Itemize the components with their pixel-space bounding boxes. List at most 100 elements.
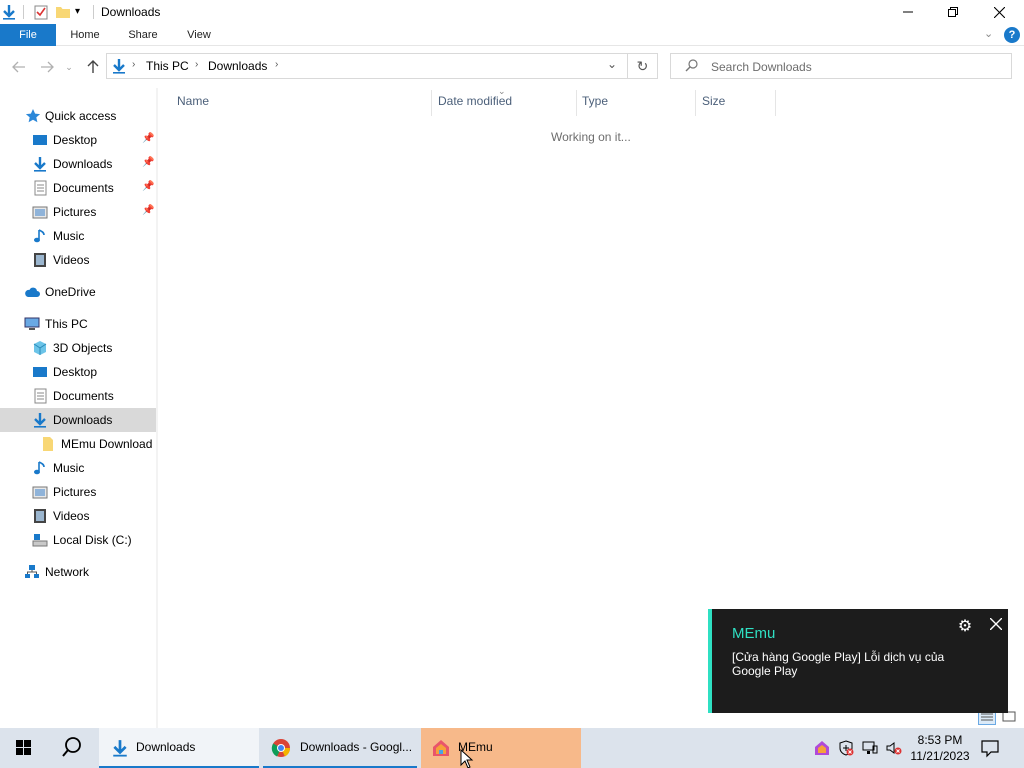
nav-pc-local-disk[interactable]: Local Disk (C:)	[0, 528, 156, 552]
taskbar-app-explorer[interactable]: Downloads	[99, 728, 259, 768]
breadcrumb-this-pc[interactable]: This PC	[146, 59, 189, 73]
refresh-button[interactable]: ↻	[628, 53, 658, 79]
help-icon[interactable]: ?	[1004, 27, 1020, 43]
security-shield-icon[interactable]	[838, 740, 854, 756]
restore-button[interactable]	[930, 0, 976, 24]
toast-message: [Cửa hàng Google Play] Lỗi dịch vụ của G…	[732, 650, 945, 678]
pin-icon: 📌	[142, 205, 155, 216]
recent-locations-button[interactable]: ⌄	[60, 58, 78, 76]
nav-pc-pictures[interactable]: Pictures	[0, 480, 156, 504]
new-folder-icon[interactable]	[55, 4, 71, 20]
nav-pc-documents[interactable]: Documents	[0, 384, 156, 408]
computer-icon	[24, 316, 40, 332]
search-placeholder: Search Downloads	[711, 60, 812, 74]
search-taskbar-button[interactable]	[48, 728, 96, 768]
tab-file[interactable]: File	[0, 24, 56, 46]
tab-share[interactable]: Share	[120, 24, 166, 46]
chevron-right-icon[interactable]: ›	[275, 59, 278, 70]
gear-icon[interactable]: ⚙	[956, 616, 974, 635]
search-box[interactable]: Search Downloads	[670, 53, 1012, 79]
column-header-size[interactable]: Size	[702, 94, 725, 114]
memu-tray-icon[interactable]	[814, 740, 830, 756]
clock[interactable]: 8:53 PM 11/21/2023	[910, 732, 970, 764]
desktop-icon	[32, 132, 48, 148]
nav-network[interactable]: Network	[0, 560, 156, 584]
window-title: Downloads	[101, 5, 161, 19]
nav-pane-scrollbar[interactable]	[156, 88, 158, 728]
nav-qa-music[interactable]: Music	[0, 224, 156, 248]
chevron-right-icon[interactable]: ›	[195, 59, 198, 70]
notification-center-icon[interactable]	[980, 738, 1002, 758]
3d-objects-icon	[32, 340, 48, 356]
nav-qa-downloads[interactable]: Downloads 📌	[0, 152, 156, 176]
music-icon	[32, 460, 48, 476]
customize-toolbar-icon[interactable]: ▾	[75, 6, 91, 22]
nav-label: Desktop	[53, 133, 98, 147]
nav-pc-downloads[interactable]: Downloads	[0, 408, 156, 432]
downloads-arrow-icon	[111, 58, 127, 77]
chrome-icon	[271, 738, 291, 761]
breadcrumb-downloads[interactable]: Downloads	[208, 59, 267, 73]
documents-icon	[32, 180, 48, 196]
downloads-arrow-icon	[32, 156, 48, 172]
memu-notification-toast[interactable]: MEmu ⚙ [Cửa hàng Google Play] Lỗi dịch v…	[708, 609, 1008, 713]
nav-pc-videos[interactable]: Videos	[0, 504, 156, 528]
nav-pc-music[interactable]: Music	[0, 456, 156, 480]
documents-icon	[32, 388, 48, 404]
nav-label: Pictures	[53, 205, 97, 219]
properties-icon[interactable]	[33, 4, 49, 20]
nav-label: Downloads	[53, 157, 113, 171]
tab-view[interactable]: View	[176, 24, 222, 46]
up-button[interactable]	[84, 58, 102, 76]
taskbar-app-label: Downloads	[136, 740, 196, 754]
speaker-muted-icon[interactable]	[886, 740, 902, 756]
nav-qa-videos[interactable]: Videos	[0, 248, 156, 272]
tab-home[interactable]: Home	[62, 24, 108, 46]
nav-qa-documents[interactable]: Documents 📌	[0, 176, 156, 200]
taskbar: Downloads Downloads - Googl... MEmu 8:53…	[0, 728, 1024, 768]
nav-qa-desktop[interactable]: Desktop 📌	[0, 128, 156, 152]
hard-drive-icon	[32, 532, 48, 548]
nav-label: Desktop	[53, 365, 98, 379]
downloads-arrow-icon	[111, 739, 129, 760]
ribbon-tabs: File Home Share View ⌄ ?	[0, 24, 1024, 46]
column-header-name[interactable]: Name	[177, 94, 209, 114]
nav-pc-desktop[interactable]: Desktop	[0, 360, 156, 384]
cloud-icon	[24, 284, 40, 300]
column-header-date-modified[interactable]: Date modified	[438, 94, 512, 114]
minimize-button[interactable]	[885, 0, 931, 24]
nav-pc-3d-objects[interactable]: 3D Objects	[0, 336, 156, 360]
network-tray-icon[interactable]	[862, 740, 878, 756]
back-button[interactable]	[10, 58, 28, 76]
desktop-icon	[32, 364, 48, 380]
forward-button[interactable]	[38, 58, 56, 76]
nav-label: Music	[53, 461, 85, 475]
start-button[interactable]	[0, 728, 48, 768]
address-history-dropdown[interactable]: ⌄	[607, 57, 617, 71]
column-header-type[interactable]: Type	[582, 94, 608, 114]
chevron-right-icon[interactable]: ›	[132, 59, 135, 70]
address-bar[interactable]: › This PC › Downloads › ⌄	[106, 53, 628, 79]
memu-icon	[431, 738, 451, 761]
nav-label: Videos	[53, 253, 90, 267]
clock-time: 8:53 PM	[917, 733, 963, 747]
nav-this-pc[interactable]: This PC	[0, 312, 156, 336]
close-icon[interactable]	[986, 614, 1006, 634]
taskbar-app-chrome[interactable]: Downloads - Googl...	[263, 728, 417, 768]
toast-title: MEmu	[732, 625, 776, 642]
search-icon	[685, 59, 698, 75]
nav-label: Network	[45, 565, 90, 579]
taskbar-app-label: Downloads - Googl...	[300, 740, 413, 754]
videos-icon	[32, 252, 48, 268]
nav-label: Documents	[53, 389, 114, 403]
nav-onedrive[interactable]: OneDrive	[0, 280, 156, 304]
nav-quick-access[interactable]: Quick access	[0, 104, 156, 128]
nav-qa-pictures[interactable]: Pictures 📌	[0, 200, 156, 224]
nav-pc-memu-download[interactable]: MEmu Download	[0, 432, 156, 456]
expand-ribbon-icon[interactable]: ⌄	[984, 27, 993, 40]
taskbar-app-memu[interactable]: MEmu	[421, 728, 581, 768]
address-row: ⌄ › This PC › Downloads › ⌄ ↻ Search Dow…	[0, 46, 1024, 88]
pictures-icon	[32, 484, 48, 500]
nav-label: 3D Objects	[53, 341, 113, 355]
close-button[interactable]	[976, 0, 1022, 24]
